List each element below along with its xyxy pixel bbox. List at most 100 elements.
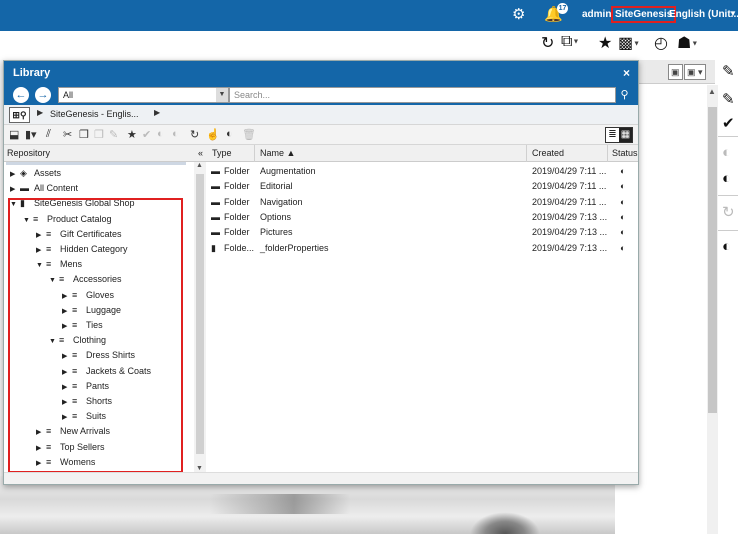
open-external-icon[interactable]: ⧉▼: [561, 33, 579, 55]
tree-scrollbar[interactable]: ▲ ▼: [194, 162, 206, 472]
thumb-icon: ☝: [206, 129, 220, 141]
table-row[interactable]: ▬ Folder Navigation 2019/04/29 7:11 ... ◐: [206, 195, 638, 210]
horizontal-scrollbar[interactable]: [4, 472, 638, 484]
site-selector[interactable]: SiteGenesis: [611, 6, 677, 23]
sync-disabled-icon: ↻: [722, 204, 735, 221]
checkmark-icon[interactable]: ✔: [722, 114, 735, 132]
breadcrumb-item-library[interactable]: SiteGenesis - Englis...: [50, 109, 139, 119]
star-icon[interactable]: ★: [598, 33, 612, 55]
column-header-status[interactable]: Status: [612, 145, 638, 162]
table-row[interactable]: ▬ Folder Augmentation 2019/04/29 7:11 ... ◐: [206, 164, 638, 179]
tree-highlight-box: [8, 198, 183, 473]
globe-icon[interactable]: ◐: [722, 170, 731, 187]
column-header-type[interactable]: Type: [212, 145, 232, 162]
list-view-icon[interactable]: ≣: [606, 128, 619, 142]
cell-type: Folder: [224, 166, 250, 176]
filter-icon[interactable]: ⫽: [46, 128, 51, 141]
layout-menu-button[interactable]: ▣ ▾: [684, 64, 706, 80]
sync-icon[interactable]: ↻: [190, 128, 199, 141]
status-globe-icon: ◐: [620, 166, 626, 176]
clock-icon[interactable]: ◴: [654, 33, 668, 55]
breadcrumb: ⊞⚲ ▶ SiteGenesis - Englis... ▶: [4, 105, 638, 125]
table-row[interactable]: ▬ Folder Editorial 2019/04/29 7:11 ... ◐: [206, 179, 638, 194]
scope-select[interactable]: All ▼: [58, 87, 229, 103]
collapse-pane-icon[interactable]: «: [198, 145, 203, 162]
view-toggle[interactable]: ≣ ▦: [605, 127, 633, 143]
tree-item[interactable]: ▶ ◈ Assets: [10, 166, 61, 181]
tree-search-toggle-icon[interactable]: ⊞⚲: [9, 107, 30, 123]
notification-count-badge: 17: [557, 3, 568, 14]
folder-icon: ▬: [211, 227, 220, 238]
right-panel-scrollbar[interactable]: ▲: [707, 85, 718, 534]
cell-name: Navigation: [260, 196, 303, 207]
grid-view-icon[interactable]: ▦: [619, 128, 632, 142]
chevron-down-icon[interactable]: ▼: [216, 88, 228, 102]
folder-icon: ▬: [211, 211, 220, 222]
search-icon[interactable]: ⚲: [616, 87, 633, 103]
cell-type: Folder: [224, 211, 250, 222]
scroll-up-icon[interactable]: ▲: [708, 87, 716, 96]
divider: [718, 230, 738, 231]
scroll-up-icon[interactable]: ▲: [196, 162, 203, 169]
tree-item-label: Assets: [34, 168, 62, 178]
chevron-down-icon[interactable]: ▼: [633, 40, 640, 47]
scrollbar-thumb[interactable]: [196, 174, 204, 454]
close-icon[interactable]: ×: [623, 61, 630, 85]
layout-toggle-icon[interactable]: ▣: [668, 64, 683, 80]
brush-icon[interactable]: ✎: [722, 62, 735, 80]
refresh-icon[interactable]: ↻: [541, 33, 554, 55]
table-row[interactable]: ▬ Folder Pictures 2019/04/29 7:13 ... ◐: [206, 225, 638, 240]
edit-pencil-icon: ✎: [109, 129, 119, 141]
user-name[interactable]: admin: [582, 9, 611, 20]
folder-icon: ▬: [211, 181, 220, 192]
file-icon: ▮: [211, 242, 216, 253]
grid-header: Type Name ▲ Created Status: [206, 145, 638, 162]
chevron-down-icon[interactable]: ▼: [572, 38, 579, 45]
check-icon: ✔: [142, 129, 152, 141]
copy-icon[interactable]: ❐: [79, 128, 89, 141]
search-input[interactable]: Search...: [229, 87, 616, 103]
settings-gears-icon[interactable]: ⚙: [512, 6, 525, 24]
folder-icon: ▬: [20, 183, 29, 194]
expand-arrow-icon[interactable]: ▶: [10, 182, 20, 197]
chevron-down-icon[interactable]: ▼: [729, 9, 737, 18]
globe-settings-icon[interactable]: ◐: [226, 128, 233, 140]
globe-settings-icon[interactable]: ◐: [722, 238, 731, 255]
tree-item[interactable]: ▶ ▬ All Content: [10, 181, 78, 196]
breadcrumb-arrow-icon: ▶: [154, 108, 161, 117]
cell-created: 2019/04/29 7:13 ...: [532, 242, 608, 253]
cell-name: Options: [260, 211, 292, 222]
chevron-down-icon[interactable]: ▼: [691, 40, 698, 47]
cut-icon[interactable]: ✂: [63, 128, 72, 141]
table-row[interactable]: ▮ Folde... _folderProperties 2019/04/29 7:1…: [206, 241, 638, 256]
new-content-icon[interactable]: ▮▾: [25, 128, 37, 141]
tree-scroll-indicator: [6, 162, 186, 165]
cell-name: Augmentation: [260, 166, 316, 176]
new-folder-icon[interactable]: ⬓: [9, 128, 19, 141]
mountain-shape: [210, 494, 350, 514]
user-settings-icon[interactable]: ☗▼: [677, 33, 698, 55]
expand-arrow-icon[interactable]: ▶: [10, 167, 20, 182]
forward-arrow-icon[interactable]: →: [35, 87, 51, 103]
scroll-down-icon[interactable]: ▼: [196, 465, 203, 472]
cell-name: Pictures: [260, 227, 293, 238]
content-grid: ▬ Folder Augmentation 2019/04/29 7:11 ... ◐ ▬…: [206, 162, 638, 472]
star-icon[interactable]: ★: [127, 128, 137, 141]
locale-selector[interactable]: English (Unit...: [669, 9, 738, 20]
dialog-toolbar: ⬓ ▮▾ ⫽ ✂ ❐ ❐ ✎ ★ ✔ ◐ ◐ ↻ ☝ ◐ 🗑 ≣ ▦: [4, 125, 638, 145]
cell-type: Folder: [224, 227, 250, 238]
column-header-created[interactable]: Created: [532, 145, 564, 162]
preview-image-icon[interactable]: ▩▼: [618, 33, 640, 55]
column-divider: [254, 145, 255, 162]
cell-name: _folderProperties: [260, 242, 329, 253]
table-row[interactable]: ▬ Folder Options 2019/04/29 7:13 ... ◐: [206, 210, 638, 225]
column-header-name[interactable]: Name ▲: [260, 145, 295, 162]
library-dialog: Library × ← → All ▼ Search... ⚲ ⊞⚲ ▶ Sit…: [3, 60, 639, 485]
globe-disabled-icon: ◐: [722, 144, 732, 161]
scrollbar-thumb[interactable]: [708, 107, 717, 413]
back-arrow-icon[interactable]: ←: [13, 87, 29, 103]
brush-edit-icon[interactable]: ✎: [722, 90, 735, 108]
status-globe-icon: ◐: [620, 227, 626, 238]
status-globe-icon: ◐: [620, 196, 626, 207]
dialog-nav-bar: ← → All ▼ Search... ⚲: [4, 85, 638, 105]
